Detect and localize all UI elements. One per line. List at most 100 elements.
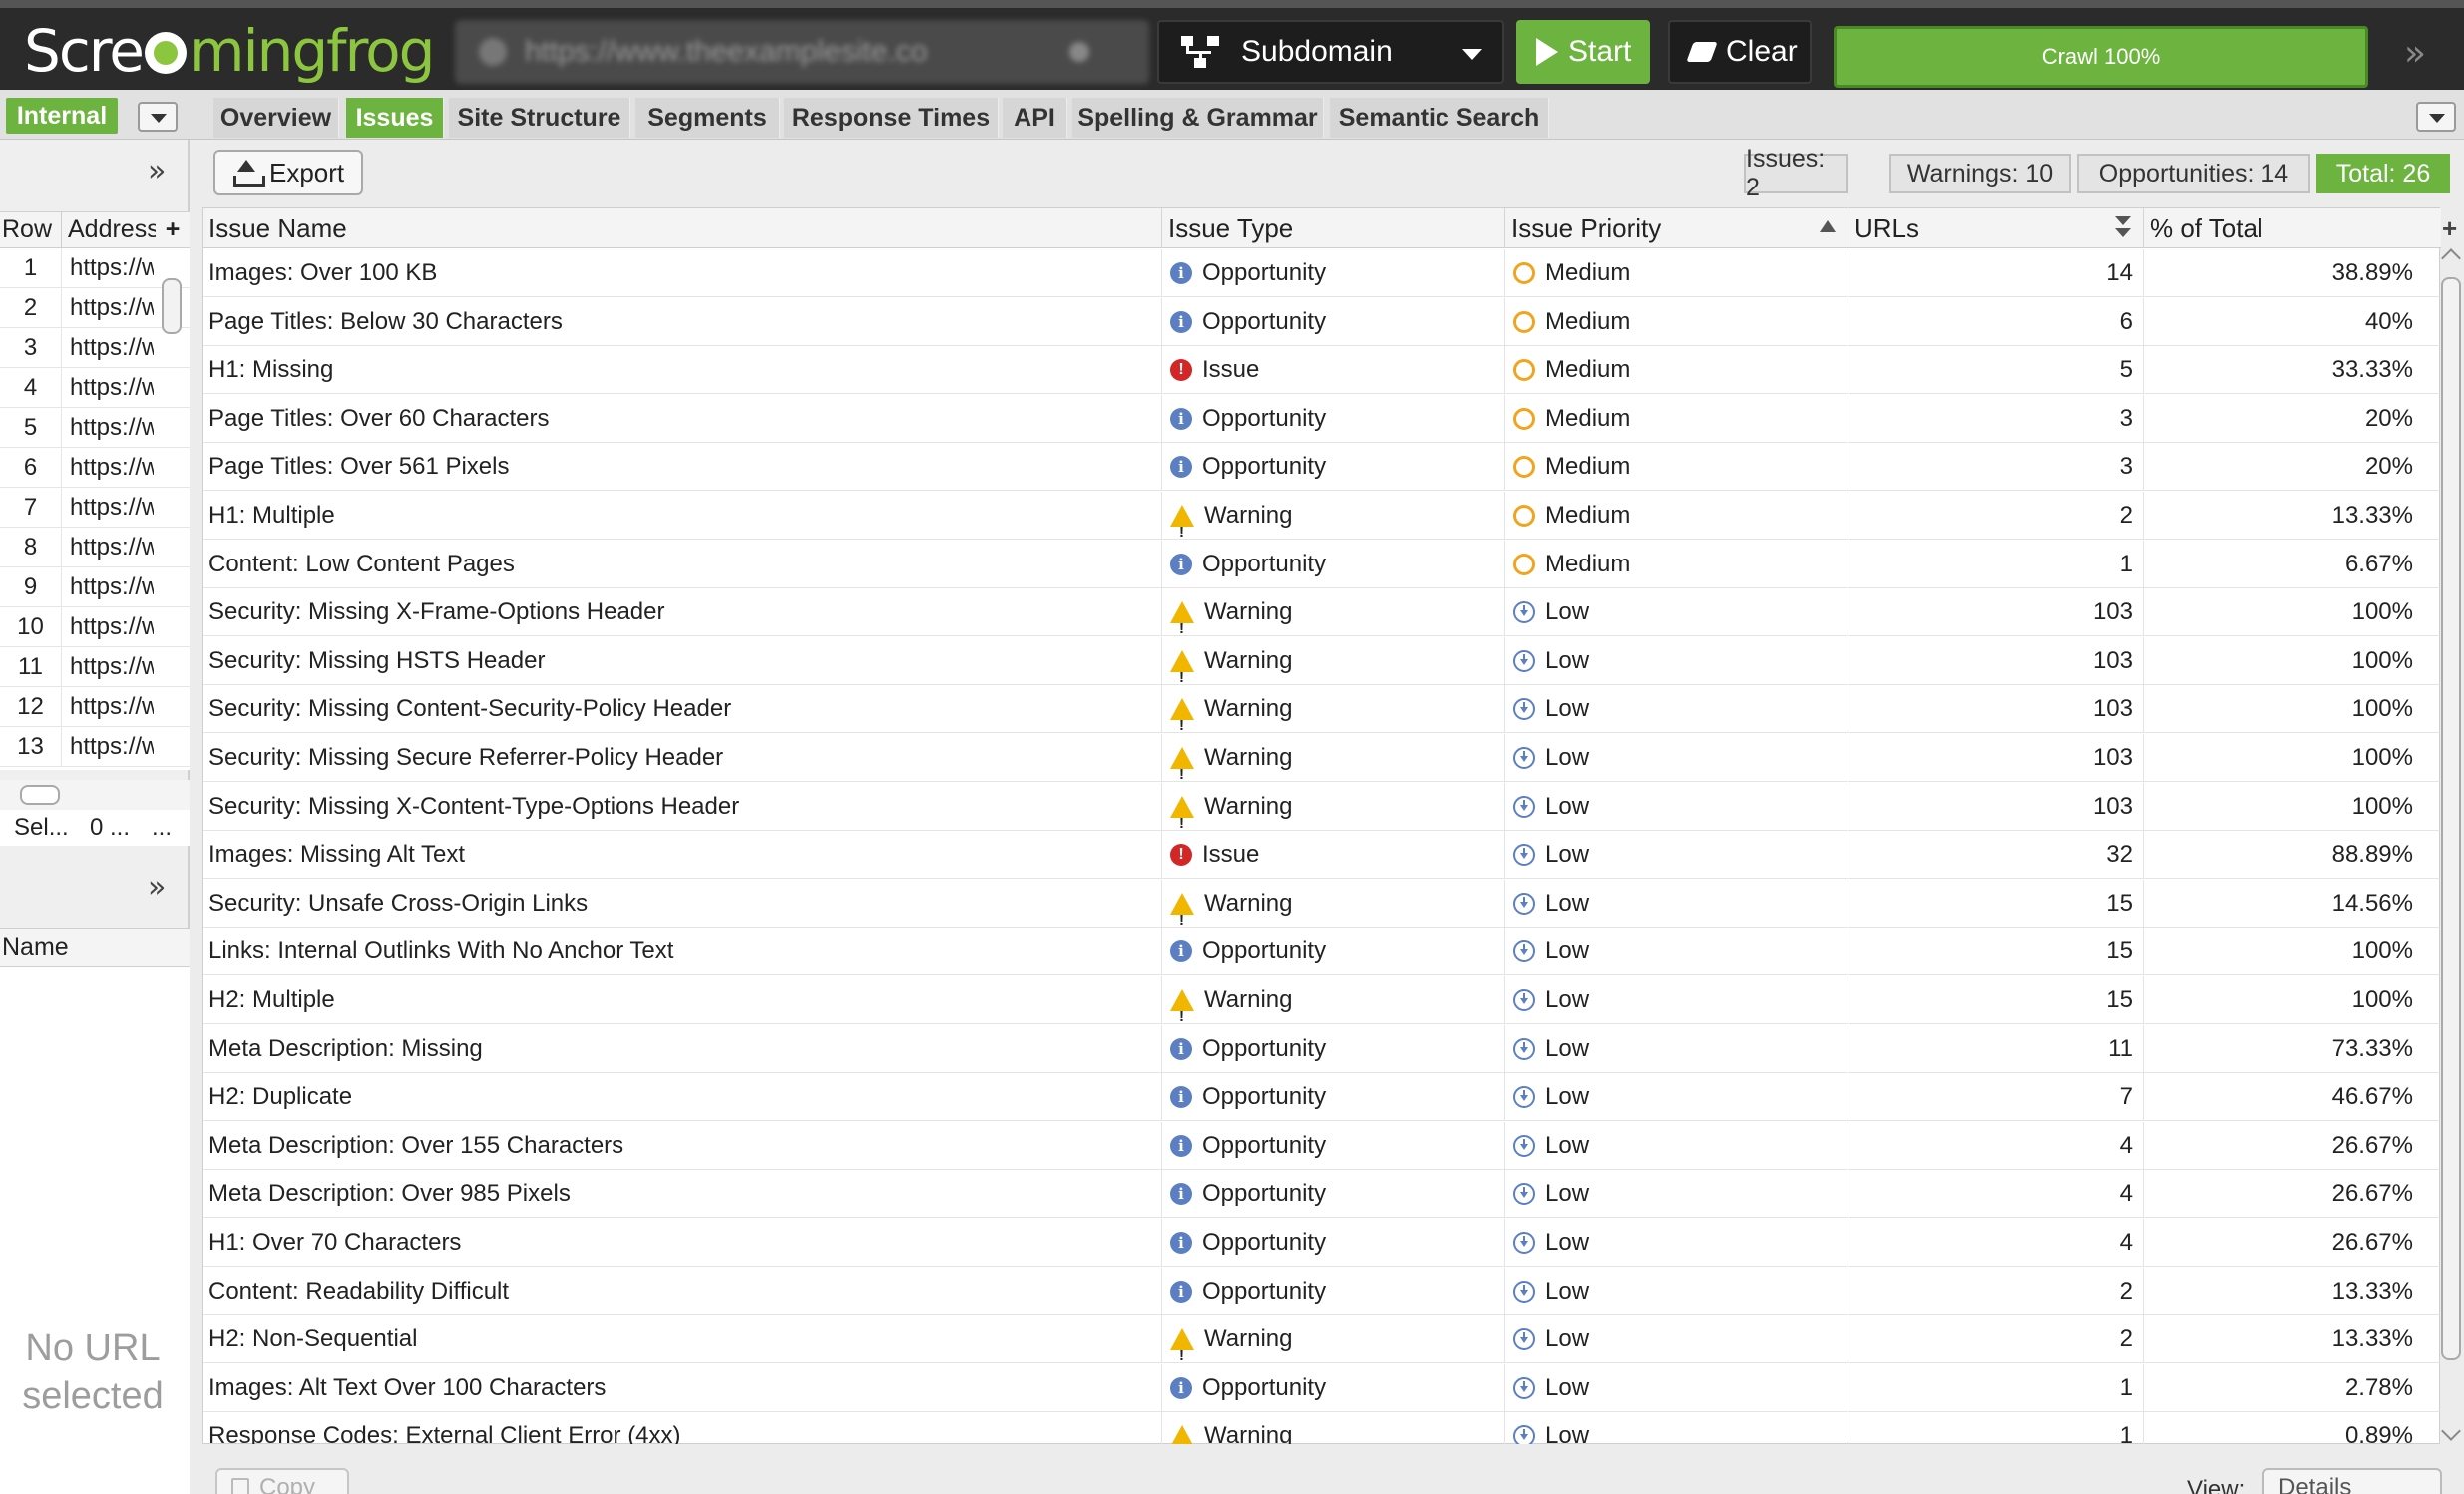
issue-priority-cell: Medium <box>1505 249 1848 297</box>
table-row[interactable]: Security: Missing HSTS Header Warning Low 1… <box>203 636 2441 685</box>
url-row-number: 9 <box>0 567 62 606</box>
start-button[interactable]: Start <box>1516 20 1650 84</box>
url-row-number: 1 <box>0 248 62 287</box>
column-header-issue-type[interactable]: Issue Type <box>1162 208 1505 248</box>
expand-details-icon[interactable]: » <box>148 870 166 905</box>
crawl-mode-dropdown[interactable]: Subdomain <box>1157 20 1504 84</box>
issue-priority-label: Low <box>1545 986 1590 1013</box>
column-header-address[interactable]: Address <box>62 212 156 247</box>
tab-response-times[interactable]: Response Times <box>784 98 999 138</box>
scope-tab-internal[interactable]: Internal <box>6 98 118 134</box>
urls-count-cell: 3 <box>1848 394 2144 443</box>
add-column-icon[interactable]: + <box>156 212 190 247</box>
table-row[interactable]: Security: Missing Secure Referrer-Policy… <box>203 734 2441 782</box>
url-list-status: Sel... 0 ... ... <box>0 810 190 846</box>
table-row[interactable]: Meta Description: Over 155 Characters i Op… <box>203 1121 2441 1170</box>
tab-spelling-grammar[interactable]: Spelling & Grammar <box>1072 98 1324 138</box>
clear-url-icon[interactable] <box>1069 42 1089 62</box>
copy-button[interactable]: Copy <box>215 1468 349 1494</box>
column-header-issue-priority[interactable]: Issue Priority <box>1505 208 1848 248</box>
url-input[interactable]: https://www.theexamplesite.co <box>455 20 1149 84</box>
priority-medium-icon <box>1513 407 1535 430</box>
view-dropdown[interactable]: Details <box>2262 1468 2442 1494</box>
tab-site-structure[interactable]: Site Structure <box>449 98 630 138</box>
url-input-value: https://www.theexamplesite.co <box>525 35 928 68</box>
table-row[interactable]: Security: Missing X-Frame-Options Header… <box>203 588 2441 637</box>
export-button[interactable]: Export <box>213 150 363 195</box>
issues-table-scrollbar[interactable] <box>2440 247 2464 1444</box>
column-header-percent-of-total[interactable]: % of Total <box>2144 208 2441 248</box>
issue-type-label: Opportunity <box>1202 1034 1327 1062</box>
issue-priority-cell: Medium <box>1505 346 1848 395</box>
logo-text-part1: Scre <box>24 17 145 85</box>
column-header-urls[interactable]: URLs <box>1848 208 2144 248</box>
scrollbar-thumb[interactable] <box>2441 277 2461 1360</box>
issue-type-cell: Warning <box>1162 734 1505 782</box>
info-icon: i <box>1170 456 1192 479</box>
tab-api[interactable]: API <box>1003 98 1067 138</box>
warning-icon <box>1170 795 1194 831</box>
table-row[interactable]: H1: Missing! Issue Medium 5 33.33% <box>203 346 2441 395</box>
priority-medium-icon <box>1513 456 1535 479</box>
url-list-horizontal-scrollbar[interactable] <box>0 780 190 810</box>
percent-of-total-cell: 13.33% <box>2331 502 2413 529</box>
issue-priority-label: Low <box>1545 792 1590 820</box>
tabs-overflow-button[interactable] <box>2416 102 2456 132</box>
expand-panel-icon[interactable]: » <box>2404 36 2426 72</box>
tab-segments[interactable]: Segments <box>635 98 780 138</box>
table-row[interactable]: Meta Description: Missing i Opportunity Low… <box>203 1024 2441 1073</box>
table-row[interactable]: H1: Multiple Warning Medium 2 13.33% <box>203 492 2441 540</box>
tab-issues[interactable]: Issues <box>346 98 444 138</box>
column-header-issue-name[interactable]: Issue Name <box>203 208 1162 248</box>
column-header-row[interactable]: Row <box>0 212 62 247</box>
table-row[interactable]: Links: Internal Outlinks With No Anchor … <box>203 928 2441 976</box>
table-row[interactable]: Content: Low Content Pages i Opportunity Me… <box>203 540 2441 588</box>
percent-of-total-cell: 13.33% <box>2331 1325 2413 1353</box>
table-row[interactable]: Images: Missing Alt Text! Issue Low 32 88.89… <box>203 831 2441 880</box>
tab-overview[interactable]: Overview <box>213 98 339 138</box>
issue-type-label: Opportunity <box>1202 453 1327 481</box>
table-row[interactable]: H2: Multiple Warning Low 15 100% <box>203 976 2441 1024</box>
table-row[interactable]: Security: Unsafe Cross-Origin Links Warni… <box>203 879 2441 928</box>
table-row[interactable]: Security: Missing X-Content-Type-Options… <box>203 782 2441 831</box>
issue-name-cell: H1: Over 70 Characters <box>203 1219 1162 1267</box>
table-row[interactable]: Page Titles: Below 30 Characters i Opportu… <box>203 297 2441 346</box>
scroll-up-icon[interactable] <box>2441 248 2461 268</box>
expand-left-panel-icon[interactable]: » <box>148 154 166 188</box>
urls-count-cell: 4 <box>1848 1219 2144 1267</box>
issue-priority-cell: Low <box>1505 734 1848 782</box>
issue-priority-label: Medium <box>1545 307 1631 335</box>
issue-priority-cell: Low <box>1505 976 1848 1024</box>
issue-priority-label: Low <box>1545 1034 1590 1062</box>
table-row[interactable]: Content: Readability Difficult i Opportuni… <box>203 1267 2441 1315</box>
percent-of-total-cell: 100% <box>2351 792 2413 820</box>
add-column-icon[interactable]: + <box>2442 213 2457 244</box>
table-row[interactable]: H1: Over 70 Characters i Opportunity Low 4 26… <box>203 1219 2441 1267</box>
table-row[interactable]: Meta Description: Over 985 Pixels i Opport… <box>203 1170 2441 1219</box>
table-row[interactable]: Images: Alt Text Over 100 Characters i Opp… <box>203 1363 2441 1412</box>
scroll-down-icon[interactable] <box>2441 1421 2461 1441</box>
table-row[interactable]: Security: Missing Content-Security-Polic… <box>203 685 2441 734</box>
issue-name-cell: Images: Over 100 KB <box>203 249 1162 297</box>
issue-type-label: Issue <box>1202 356 1260 384</box>
urls-count-cell: 4 <box>1848 1170 2144 1219</box>
issue-type-cell: ! Issue <box>1162 346 1505 395</box>
scrollbar-thumb[interactable] <box>20 785 60 805</box>
column-header-name[interactable]: Name <box>0 928 190 967</box>
tab-semantic-search[interactable]: Semantic Search <box>1330 98 1549 138</box>
priority-low-icon <box>1513 698 1535 721</box>
table-row[interactable]: Images: Over 100 KB i Opportunity Medium 14 3… <box>203 249 2441 297</box>
table-row[interactable]: H2: Duplicate i Opportunity Low 7 46.67% <box>203 1073 2441 1122</box>
priority-low-icon <box>1513 649 1535 672</box>
table-row[interactable]: Page Titles: Over 60 Characters i Opportun… <box>203 394 2441 443</box>
issue-priority-label: Low <box>1545 1180 1590 1208</box>
table-row[interactable]: H2: Non-Sequential Warning Low 2 13.33% <box>203 1315 2441 1364</box>
issue-type-cell: i Opportunity <box>1162 928 1505 976</box>
selected-count: 0 ... <box>90 814 131 841</box>
url-list-scrollbar[interactable] <box>160 252 184 761</box>
table-row[interactable]: Page Titles: Over 561 Pixels i Opportunity… <box>203 443 2441 492</box>
scrollbar-thumb[interactable] <box>162 278 182 334</box>
scope-dropdown-button[interactable] <box>138 102 178 132</box>
percent-of-total-cell: 38.89% <box>2331 259 2413 286</box>
clear-button[interactable]: Clear <box>1668 20 1812 84</box>
